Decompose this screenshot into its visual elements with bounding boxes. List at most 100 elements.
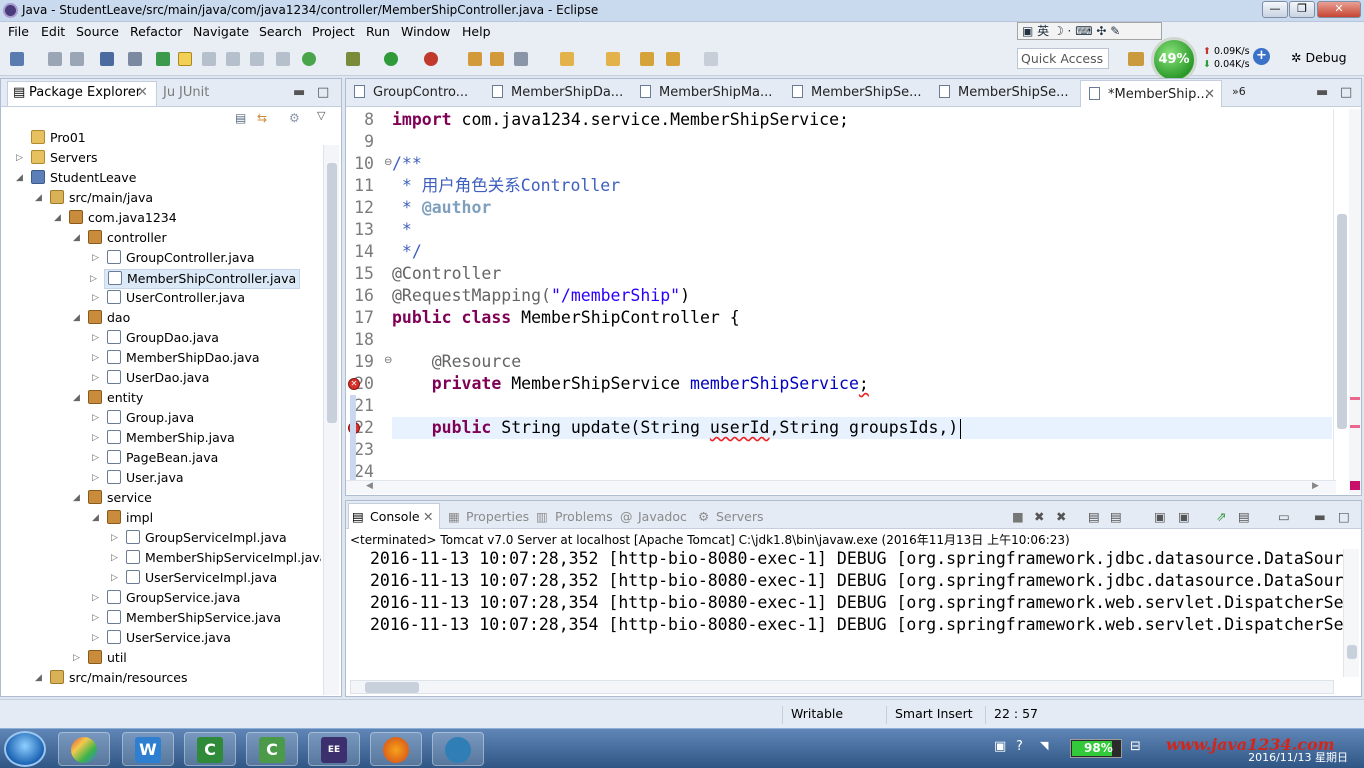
view-menu-icon[interactable]: ▽: [317, 109, 325, 122]
close-icon[interactable]: ✕: [1204, 87, 1215, 102]
editor-vertical-scrollbar[interactable]: [1333, 109, 1349, 481]
maximize-view-icon[interactable]: □: [1338, 509, 1350, 524]
editor-tab-5[interactable]: MemberShipSe...: [939, 79, 1068, 106]
taskbar-app-eclipse[interactable]: EE: [308, 732, 360, 766]
editor-overflow[interactable]: »6: [1232, 79, 1246, 106]
external-tools-icon[interactable]: [424, 52, 438, 66]
editor-scrollbar-thumb[interactable]: [1337, 214, 1347, 429]
collapsed-arrow-icon[interactable]: ▷: [73, 649, 83, 667]
scroll-lock-icon[interactable]: ▤: [1110, 509, 1122, 524]
collapsed-arrow-icon[interactable]: ▷: [92, 349, 102, 367]
editor-tab-2[interactable]: MemberShipDa...: [492, 79, 623, 106]
taskbar-app-colors[interactable]: [58, 732, 110, 766]
scroll-right-icon[interactable]: ▶: [1312, 481, 1319, 491]
editor-tab-3[interactable]: MemberShipMa...: [640, 79, 772, 106]
prev-annotation-icon[interactable]: [606, 52, 620, 66]
menu-refactor[interactable]: Refactor: [130, 24, 182, 39]
scroll-left-icon[interactable]: ◀: [366, 481, 373, 491]
save-icon[interactable]: [48, 52, 62, 66]
console-vertical-scrollbar[interactable]: [1343, 549, 1359, 677]
tree-item[interactable]: ▷ MemberShipService.java: [92, 609, 281, 629]
tree-item[interactable]: ▷ User.java: [92, 469, 184, 489]
expanded-arrow-icon[interactable]: ◢: [73, 229, 83, 247]
tree-item[interactable]: Pro01: [31, 129, 86, 149]
editor-horizontal-scrollbar[interactable]: ◀ ▶: [346, 480, 1336, 494]
back-icon[interactable]: [666, 52, 680, 66]
tree-item[interactable]: ▷ util: [73, 649, 127, 669]
tree-item[interactable]: ▷ MemberShipDao.java: [92, 349, 260, 369]
next-annotation-icon[interactable]: [560, 52, 574, 66]
tree-item[interactable]: ▷ UserServiceImpl.java: [111, 569, 277, 589]
tab-problems[interactable]: Problems: [555, 509, 613, 524]
open-type-icon[interactable]: [468, 52, 482, 66]
pin-console-icon[interactable]: ⇗: [1216, 509, 1226, 524]
error-summary-marker[interactable]: [1350, 481, 1360, 490]
tree-item[interactable]: ◢ impl: [92, 509, 153, 529]
tree-item[interactable]: ▷ MemberShip.java: [92, 429, 235, 449]
collapsed-arrow-icon[interactable]: ▷: [92, 409, 102, 427]
tree-item[interactable]: ▷ Servers: [16, 149, 98, 169]
tree-item[interactable]: ▷ GroupServiceImpl.java: [111, 529, 287, 549]
open-console-icon[interactable]: ▭: [1278, 509, 1290, 524]
tree-item[interactable]: ◢ controller: [73, 229, 167, 249]
tree-item[interactable]: ▷ MemberShipServiceImpl.java: [111, 549, 321, 569]
toggle-icon[interactable]: [202, 52, 216, 66]
highlight-icon[interactable]: [178, 52, 192, 66]
console-scrollbar-thumb[interactable]: [1347, 645, 1357, 659]
expanded-arrow-icon[interactable]: ◢: [35, 669, 45, 687]
taskbar-app-camtasia[interactable]: C: [184, 732, 236, 766]
ime-toolbar[interactable]: ▣ 英 ☽ · ⌨ ✣ ✎: [1017, 22, 1162, 40]
expanded-arrow-icon[interactable]: ◢: [73, 489, 83, 507]
menu-search[interactable]: Search: [259, 24, 302, 39]
plus-icon[interactable]: +: [1253, 48, 1270, 65]
taskbar-app-word[interactable]: W: [122, 732, 174, 766]
display-console-icon[interactable]: ▤: [1238, 509, 1250, 524]
open-perspective-icon[interactable]: [1128, 52, 1144, 66]
terminate-icon[interactable]: ■: [1012, 509, 1024, 524]
collapsed-arrow-icon[interactable]: ▷: [111, 569, 121, 587]
maximize-view-icon[interactable]: □: [317, 85, 329, 100]
last-edit-icon[interactable]: [640, 52, 654, 66]
menu-help[interactable]: Help: [462, 24, 491, 39]
close-icon[interactable]: ✕: [137, 85, 148, 100]
collapsed-arrow-icon[interactable]: ▷: [111, 529, 121, 547]
tree-item[interactable]: ▷ GroupService.java: [92, 589, 240, 609]
search-tool-icon[interactable]: [514, 52, 528, 66]
tray-network-icon[interactable]: ▣: [994, 739, 1006, 754]
tree-scrollbar-thumb[interactable]: [327, 163, 337, 423]
collapsed-arrow-icon[interactable]: ▷: [92, 329, 102, 347]
expanded-arrow-icon[interactable]: ◢: [73, 309, 83, 327]
tree-item[interactable]: ▷ GroupController.java: [92, 249, 255, 269]
link-editor-icon[interactable]: ⇆: [257, 111, 267, 125]
tab-javadoc[interactable]: Javadoc: [638, 509, 687, 524]
collapsed-arrow-icon[interactable]: ▷: [111, 549, 121, 567]
show-console-icon[interactable]: ▣: [1178, 509, 1190, 524]
expanded-arrow-icon[interactable]: ◢: [35, 189, 45, 207]
skip-breakpoints-icon[interactable]: [128, 52, 142, 66]
tray-plug-icon[interactable]: ⊟: [1130, 739, 1141, 754]
word-wrap-icon[interactable]: ▣: [1154, 509, 1166, 524]
menu-project[interactable]: Project: [312, 24, 355, 39]
menu-window[interactable]: Window: [401, 24, 450, 39]
minimize-button[interactable]: —: [1262, 1, 1288, 18]
start-button[interactable]: [4, 731, 46, 767]
menu-source[interactable]: Source: [76, 24, 119, 39]
format-icon[interactable]: [250, 52, 264, 66]
tray-expand-icon[interactable]: ◥: [1040, 739, 1048, 752]
tree-item[interactable]: ▷ UserDao.java: [92, 369, 209, 389]
editor-tab-active[interactable]: *MemberShip... ✕: [1080, 80, 1222, 107]
collapsed-arrow-icon[interactable]: ▷: [92, 289, 102, 307]
collapsed-arrow-icon[interactable]: ▷: [92, 589, 102, 607]
menu-edit[interactable]: Edit: [41, 24, 65, 39]
menu-run[interactable]: Run: [366, 24, 390, 39]
ime-language[interactable]: 英: [1037, 24, 1049, 38]
filter-icon[interactable]: ⚙: [289, 111, 300, 125]
clear-console-icon[interactable]: ▤: [1088, 509, 1100, 524]
tree-item[interactable]: ◢ src/main/resources: [35, 669, 187, 689]
collapsed-arrow-icon[interactable]: ▷: [92, 249, 102, 267]
tree-item[interactable]: ◢ src/main/java: [35, 189, 153, 209]
close-icon[interactable]: ✕: [423, 509, 433, 524]
maximize-view-icon[interactable]: □: [1340, 79, 1352, 106]
error-icon[interactable]: ✕: [348, 378, 360, 390]
collapsed-arrow-icon[interactable]: ▷: [92, 469, 102, 487]
